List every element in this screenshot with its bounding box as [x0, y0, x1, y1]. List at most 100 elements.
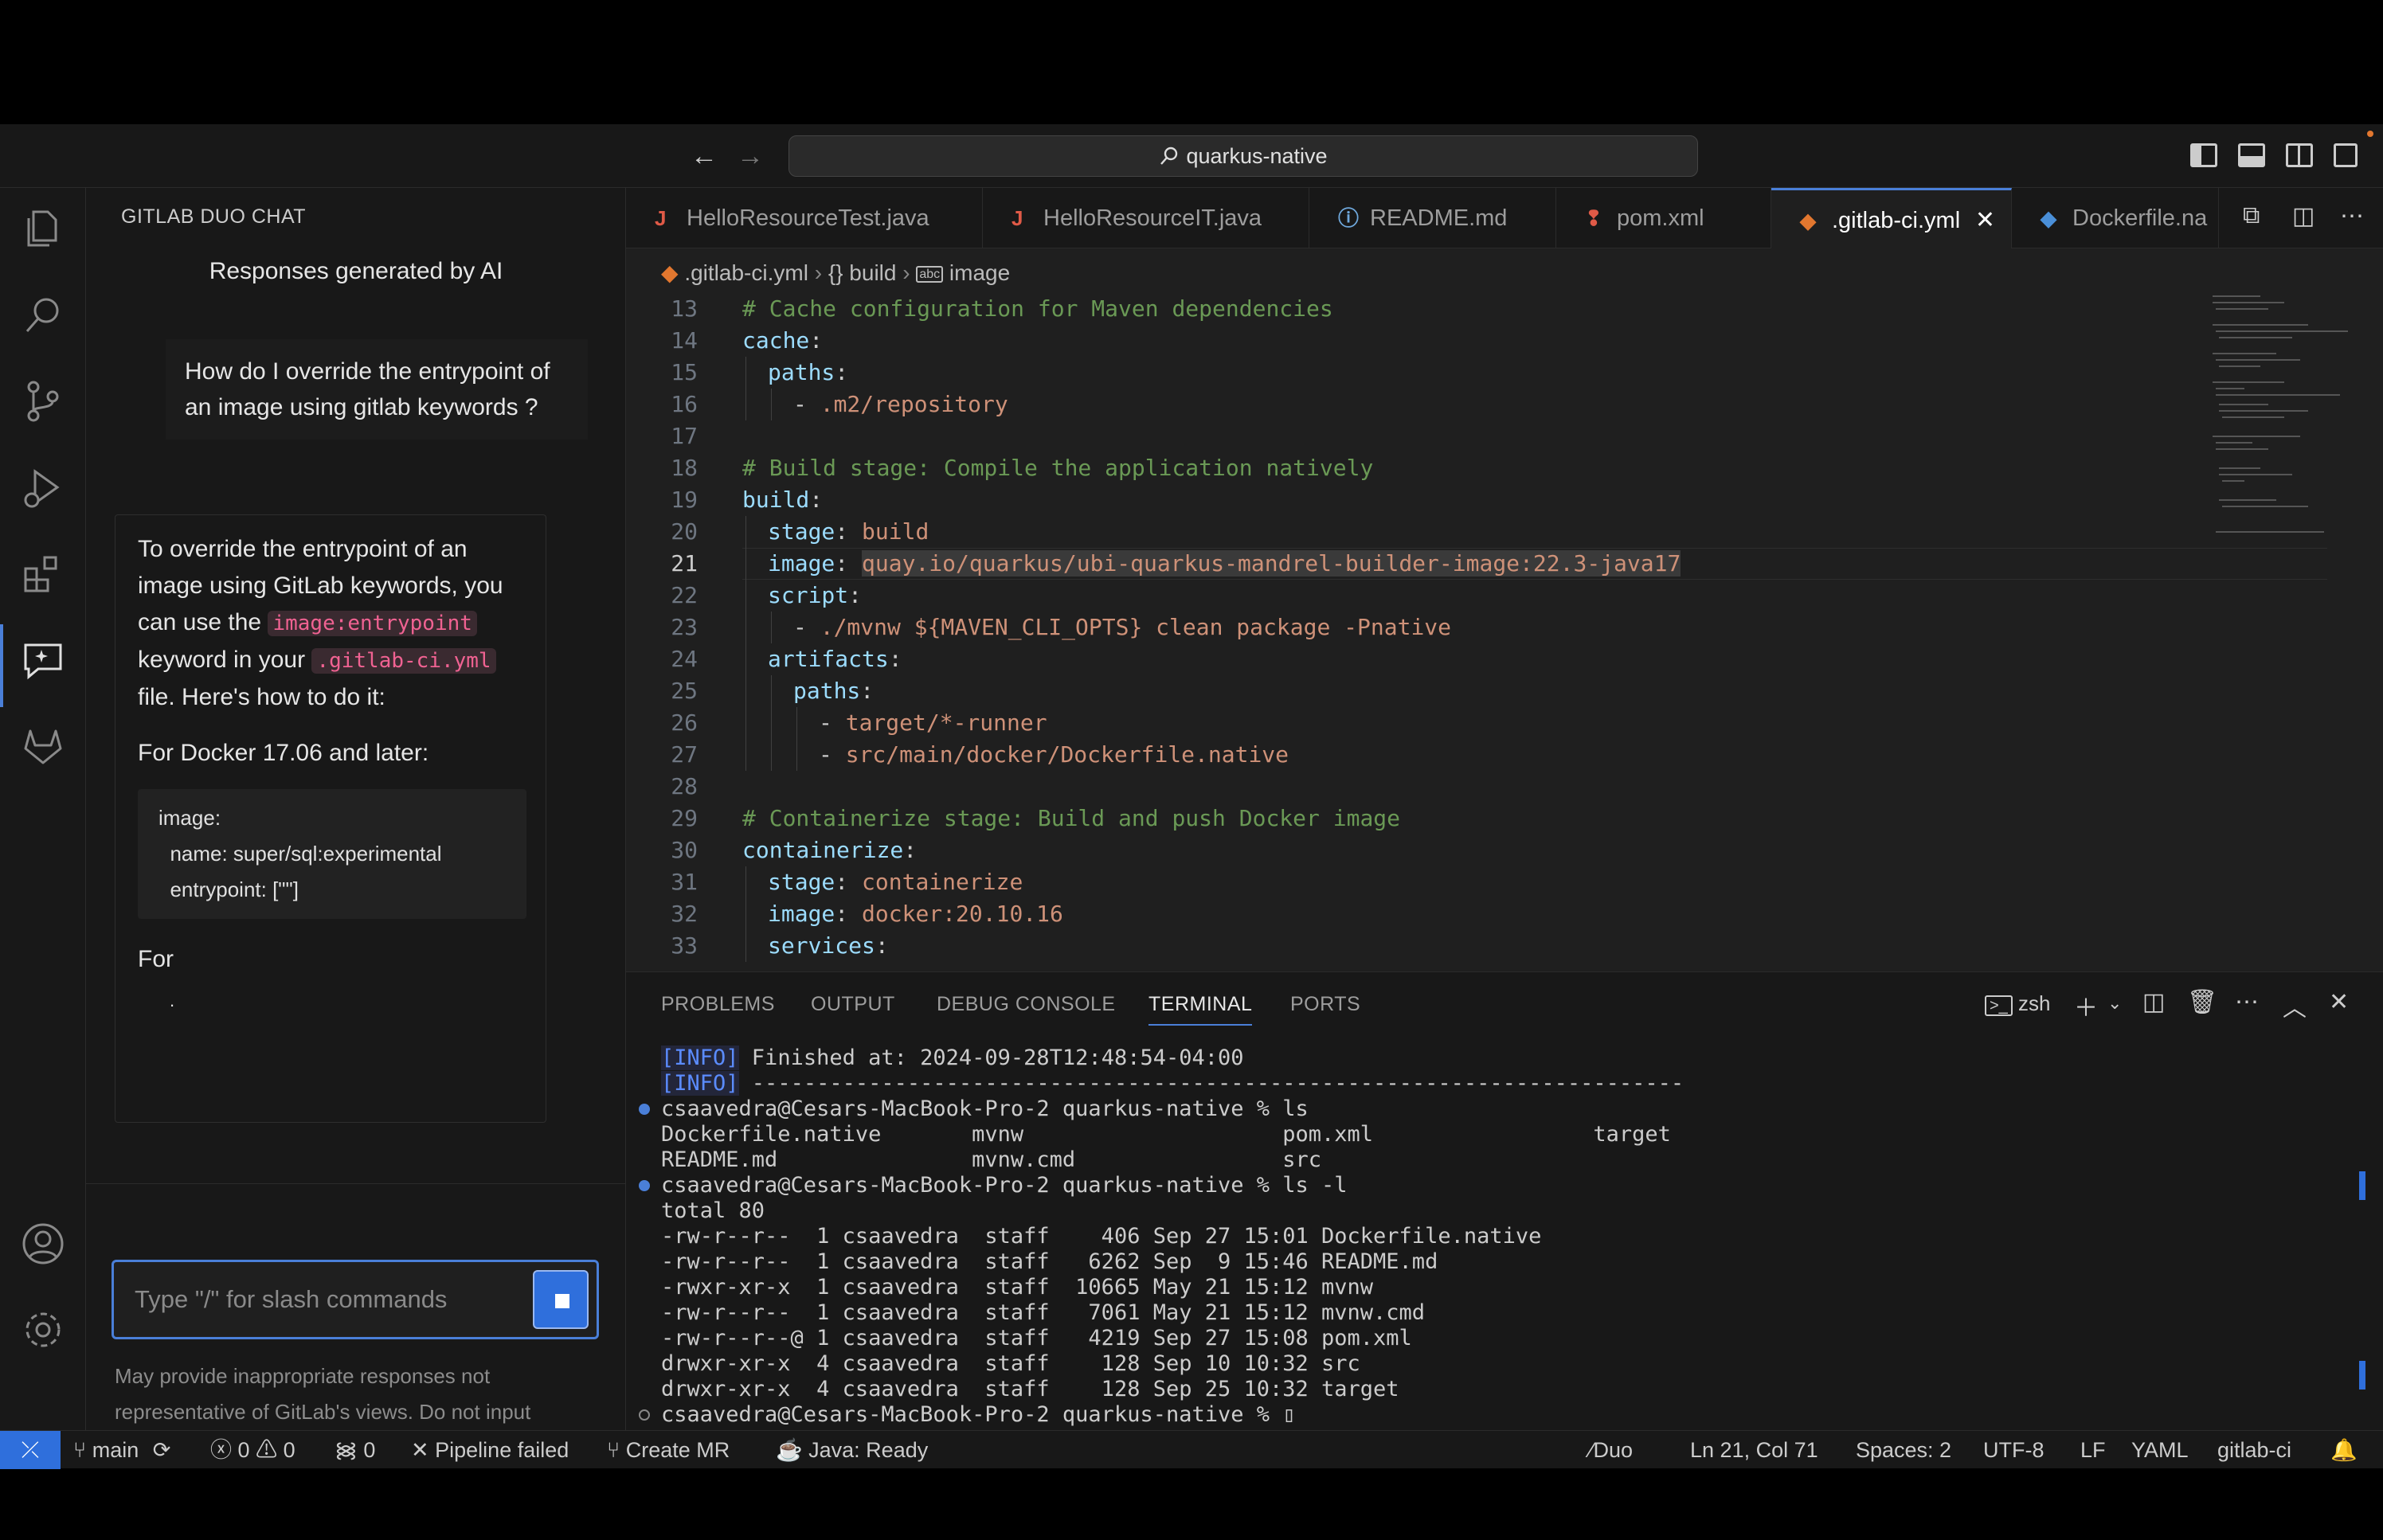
- code-line[interactable]: 14 cache:: [626, 325, 2219, 357]
- trash-icon[interactable]: 🗑: [2187, 988, 2217, 1016]
- yaml-schema[interactable]: gitlab-ci: [2217, 1431, 2291, 1469]
- tab-output[interactable]: OUTPUT: [811, 993, 895, 1016]
- command-decoration-dot[interactable]: [639, 1104, 650, 1115]
- problems-indicator[interactable]: ⓧ 0 ⚠ 0: [210, 1431, 295, 1469]
- code-line[interactable]: 18 # Build stage: Compile the application…: [626, 452, 2219, 484]
- code-line[interactable]: 30 containerize:: [626, 834, 2219, 866]
- chat-input-box[interactable]: [112, 1260, 599, 1339]
- code-token: :: [903, 837, 918, 863]
- forward-arrow-icon[interactable]: →: [734, 140, 766, 172]
- indent-guide: [745, 930, 746, 962]
- code-line[interactable]: 16 - .m2/repository: [626, 389, 2219, 420]
- toggle-secondary-sidebar-icon[interactable]: [2286, 143, 2313, 167]
- command-center-search[interactable]: quarkus-native: [788, 135, 1698, 177]
- tab-problems[interactable]: PROBLEMS: [661, 993, 775, 1016]
- breadcrumb-file[interactable]: .gitlab-ci.yml: [684, 260, 808, 285]
- open-preview-icon[interactable]: ⧉: [2243, 202, 2260, 229]
- chat-input[interactable]: [135, 1280, 509, 1319]
- tab-pom[interactable]: ❢ pom.xml: [1556, 188, 1771, 248]
- search-icon[interactable]: [18, 290, 68, 341]
- command-decoration-dot[interactable]: [639, 1180, 650, 1191]
- bell-icon[interactable]: 🔔: [2330, 1431, 2358, 1469]
- chevron-right-icon: ›: [814, 260, 828, 285]
- code-line[interactable]: 33 services:: [626, 930, 2219, 962]
- toggle-panel-icon[interactable]: [2238, 143, 2265, 167]
- terminal-output[interactable]: [INFO] Finished at: 2024-09-28T12:48:54-…: [661, 1046, 1684, 1428]
- branch-indicator[interactable]: ⑂ main ⟳: [73, 1431, 170, 1469]
- code-line[interactable]: 31 stage: containerize: [626, 866, 2219, 898]
- code-line[interactable]: 21 image: quay.io/quarkus/ubi-quarkus-man…: [626, 548, 2327, 580]
- split-editor-icon[interactable]: ◫: [2292, 202, 2315, 230]
- line-number: 20: [671, 518, 698, 545]
- error-icon: ⓧ: [210, 1438, 232, 1462]
- language-mode[interactable]: YAML: [2131, 1431, 2189, 1469]
- gitlab-icon[interactable]: [18, 720, 68, 771]
- new-terminal-icon[interactable]: ＋: [2074, 988, 2098, 1023]
- source-control-icon[interactable]: [18, 376, 68, 427]
- customize-layout-icon[interactable]: [2334, 143, 2358, 167]
- settings-gear-icon[interactable]: [18, 1304, 68, 1355]
- code-line[interactable]: 32 image: docker:20.10.16: [626, 898, 2219, 930]
- tab-gitlab-ci[interactable]: ◆ .gitlab-ci.yml ✕: [1771, 188, 2012, 248]
- remote-indicator-icon[interactable]: ⤫: [0, 1431, 61, 1469]
- sync-icon[interactable]: ⟳: [153, 1438, 171, 1462]
- toggle-primary-sidebar-icon[interactable]: [2190, 143, 2217, 167]
- close-icon[interactable]: ✕: [1975, 190, 1995, 248]
- ports-indicator[interactable]: ᯼ 0: [335, 1431, 375, 1469]
- code-line[interactable]: 15 paths:: [626, 357, 2219, 389]
- code-line[interactable]: 17: [626, 420, 2219, 452]
- cursor-position[interactable]: Ln 21, Col 71: [1690, 1431, 1818, 1469]
- code-line[interactable]: 28: [626, 771, 2219, 803]
- code-line[interactable]: 20 stage: build: [626, 516, 2219, 548]
- tab-helloresourceit[interactable]: J HelloResourceIT.java: [983, 188, 1309, 248]
- duo-chat-icon[interactable]: [18, 634, 68, 685]
- code-line[interactable]: 13 # Cache configuration for Maven depend…: [626, 293, 2219, 325]
- minimap[interactable]: [2213, 293, 2356, 564]
- code-token: containerize: [862, 869, 1023, 895]
- line-number: 22: [671, 582, 698, 608]
- code-line[interactable]: 22 script:: [626, 580, 2219, 612]
- breadcrumb-key[interactable]: image: [949, 260, 1010, 285]
- code-editor[interactable]: 13 # Cache configuration for Maven depend…: [626, 293, 2383, 971]
- create-mr-button[interactable]: ⑂ Create MR: [607, 1431, 730, 1469]
- tab-debug-console[interactable]: DEBUG CONSOLE: [937, 993, 1116, 1016]
- java-status[interactable]: ☕ Java: Ready: [776, 1431, 928, 1469]
- code-line[interactable]: 26 - target/*-runner: [626, 707, 2219, 739]
- code-line[interactable]: 23 - ./mvnw ${MAVEN_CLI_OPTS} clean packa…: [626, 612, 2219, 643]
- extensions-icon[interactable]: [18, 548, 68, 599]
- terminal-line: csaavedra@Cesars-MacBook-Pro-2 quarkus-n…: [661, 1402, 1684, 1428]
- chevron-down-icon[interactable]: ⌄: [2107, 993, 2122, 1014]
- code-line[interactable]: 24 artifacts:: [626, 643, 2219, 675]
- code-line[interactable]: 19 build:: [626, 484, 2219, 516]
- back-arrow-icon[interactable]: ←: [688, 140, 720, 172]
- close-panel-icon[interactable]: ✕: [2329, 988, 2349, 1016]
- accounts-icon[interactable]: [18, 1218, 68, 1269]
- line-ending[interactable]: LF: [2080, 1431, 2106, 1469]
- stop-button[interactable]: [533, 1270, 589, 1329]
- maximize-panel-icon[interactable]: ︿: [2283, 988, 2307, 1023]
- more-actions-icon[interactable]: ⋯: [2235, 988, 2259, 1016]
- tab-dockerfile[interactable]: ◆ Dockerfile.na: [2012, 188, 2219, 248]
- explorer-icon[interactable]: [18, 204, 68, 255]
- more-actions-icon[interactable]: ⋯: [2340, 202, 2364, 230]
- inline-code: .gitlab-ci.yml: [311, 648, 496, 674]
- tab-ports[interactable]: PORTS: [1290, 993, 1360, 1016]
- run-debug-icon[interactable]: [18, 462, 68, 513]
- terminal-line: drwxr-xr-x 4 csaavedra staff 128 Sep 10 …: [661, 1351, 1684, 1377]
- tab-terminal[interactable]: TERMINAL: [1148, 993, 1253, 1026]
- tab-helloresourcetest[interactable]: J HelloResourceTest.java: [626, 188, 983, 248]
- command-decoration-dot[interactable]: [639, 1409, 650, 1421]
- gitlab-file-icon: ◆: [1800, 209, 1816, 233]
- code-line[interactable]: 25 paths:: [626, 675, 2219, 707]
- indentation[interactable]: Spaces: 2: [1856, 1431, 1951, 1469]
- pipeline-status[interactable]: ✕ Pipeline failed: [411, 1431, 569, 1469]
- encoding[interactable]: UTF-8: [1983, 1431, 2045, 1469]
- terminal-shell[interactable]: >_ zsh: [1985, 991, 2051, 1016]
- title-bar: ← → quarkus-native: [0, 124, 2383, 188]
- code-line[interactable]: 29 # Containerize stage: Build and push D…: [626, 803, 2219, 834]
- duo-status[interactable]: ⁄Duo: [1590, 1431, 1633, 1469]
- split-terminal-icon[interactable]: ◫: [2142, 988, 2165, 1016]
- breadcrumb-section[interactable]: {} build: [828, 260, 897, 285]
- tab-readme[interactable]: ⓘ README.md: [1309, 188, 1556, 248]
- code-line[interactable]: 27 - src/main/docker/Dockerfile.native: [626, 739, 2219, 771]
